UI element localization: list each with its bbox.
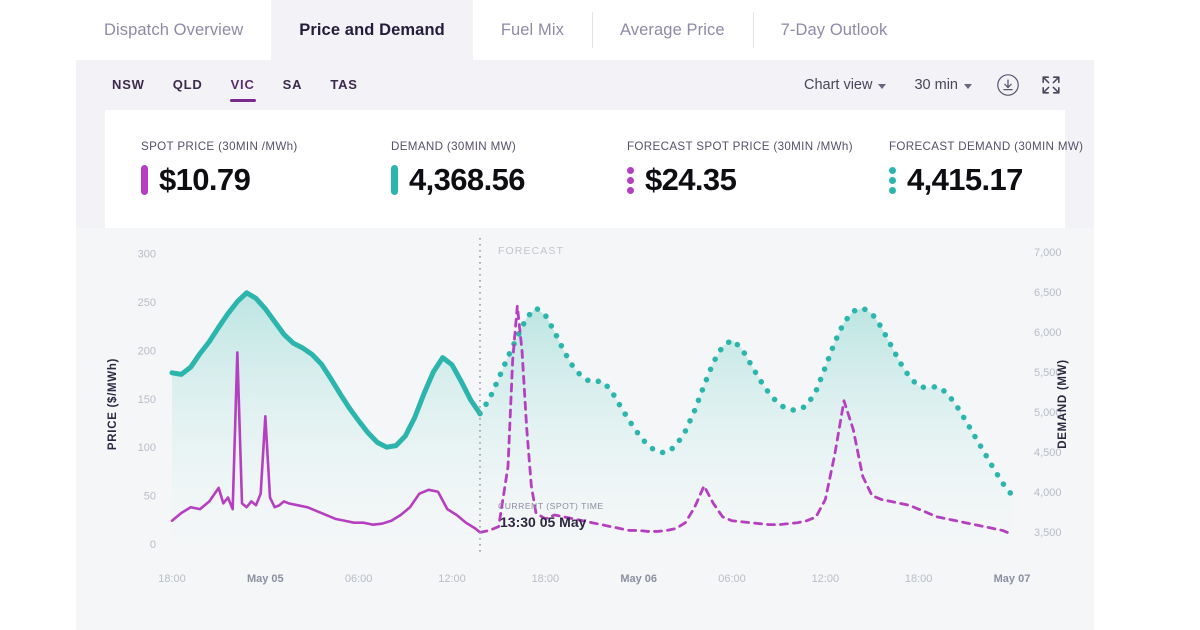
y-axis-tick: 200 bbox=[138, 345, 156, 357]
region-tab-vic[interactable]: VIC bbox=[217, 69, 269, 102]
metric-label: FORECAST SPOT PRICE (30MIN /MWh) bbox=[627, 140, 853, 153]
y-axis-tick: 150 bbox=[138, 394, 156, 406]
y-axis-tick: 300 bbox=[138, 249, 156, 261]
content-panel: NSW QLD VIC SA TAS Chart view 30 min SPO… bbox=[76, 60, 1094, 630]
metric-label: FORECAST DEMAND (30MIN MW) bbox=[888, 140, 1084, 153]
tab-dispatch-overview[interactable]: Dispatch Overview bbox=[76, 0, 272, 60]
tab-label: Dispatch Overview bbox=[104, 20, 244, 39]
y-axis-tick: 0 bbox=[150, 539, 156, 551]
price-and-demand-page: Dispatch Overview Price and Demand Fuel … bbox=[0, 0, 1200, 630]
interval-label: 30 min bbox=[914, 77, 958, 93]
y-axis-tick: 50 bbox=[144, 491, 156, 503]
y2-axis-tick: 6,500 bbox=[1034, 287, 1062, 299]
chart-view-label: Chart view bbox=[803, 77, 873, 93]
metric-value-row: $24.35 bbox=[627, 162, 853, 198]
metric-label: SPOT PRICE (30MIN /MWh) bbox=[141, 140, 298, 153]
metric-card-forecast-demand: FORECAST DEMAND (30MIN MW) 4,415.17 bbox=[853, 140, 1083, 198]
metric-card-demand: DEMAND (30MIN MW) 4,368.56 bbox=[355, 140, 591, 198]
region-label: QLD bbox=[172, 76, 203, 92]
y2-axis-tick: 3,500 bbox=[1034, 527, 1062, 539]
region-selector: NSW QLD VIC SA TAS bbox=[98, 69, 372, 102]
main-tabs: Dispatch Overview Price and Demand Fuel … bbox=[76, 0, 1094, 60]
current-time-label: CURRENT (SPOT) TIME bbox=[498, 501, 604, 511]
region-label: TAS bbox=[330, 76, 358, 92]
tab-fuel-mix[interactable]: Fuel Mix bbox=[472, 0, 592, 60]
download-icon bbox=[997, 74, 1019, 96]
tab-average-price[interactable]: Average Price bbox=[591, 0, 753, 60]
tab-label: Fuel Mix bbox=[500, 20, 564, 39]
forecast-divider-label: FORECAST bbox=[498, 245, 564, 257]
tab-label: Average Price bbox=[619, 20, 725, 39]
price-marker-bar bbox=[141, 165, 148, 195]
forecast-demand-marker-dots bbox=[888, 166, 896, 194]
chart-toolbar: NSW QLD VIC SA TAS Chart view 30 min bbox=[76, 60, 1094, 110]
tab-label: Price and Demand bbox=[299, 20, 445, 39]
x-axis-tick: 18:00 bbox=[905, 573, 933, 585]
chart-canvas: 0501001502002503003,5004,0004,5005,0005,… bbox=[107, 238, 1069, 585]
y-axis-tick: 100 bbox=[138, 442, 156, 454]
region-label: SA bbox=[282, 76, 303, 92]
fullscreen-icon bbox=[1042, 76, 1060, 94]
chart-view-dropdown[interactable]: Chart view bbox=[790, 71, 901, 99]
y-axis-tick: 250 bbox=[138, 297, 156, 309]
region-tab-nsw[interactable]: NSW bbox=[98, 69, 159, 102]
x-axis-tick: 18:00 bbox=[158, 573, 186, 585]
x-axis-tick: 18:00 bbox=[532, 573, 560, 585]
region-label: VIC bbox=[230, 76, 255, 92]
metric-card-forecast-spot-price: FORECAST SPOT PRICE (30MIN /MWh) $24.35 bbox=[591, 140, 853, 198]
metric-value-row: $10.79 bbox=[141, 162, 355, 198]
region-tab-qld[interactable]: QLD bbox=[159, 69, 217, 102]
metric-value: 4,415.17 bbox=[906, 162, 1023, 197]
chevron-down-icon bbox=[878, 83, 887, 89]
x-axis-tick: May 06 bbox=[620, 573, 657, 585]
y2-axis-tick: 7,000 bbox=[1034, 247, 1062, 259]
forecast-price-marker-dots bbox=[627, 166, 634, 194]
metric-cards: SPOT PRICE (30MIN /MWh) $10.79 DEMAND (3… bbox=[105, 110, 1083, 228]
tab-price-and-demand[interactable]: Price and Demand bbox=[271, 0, 473, 60]
region-tab-sa[interactable]: SA bbox=[269, 69, 317, 102]
y2-axis-tick: 6,000 bbox=[1034, 327, 1062, 339]
demand-marker-bar bbox=[391, 165, 398, 195]
metric-value-row: 4,415.17 bbox=[888, 162, 1083, 198]
x-axis-tick: 12:00 bbox=[812, 573, 840, 585]
x-axis-tick: 06:00 bbox=[345, 573, 373, 585]
x-axis-tick: 06:00 bbox=[718, 573, 746, 585]
metric-value-row: 4,368.56 bbox=[391, 162, 591, 198]
toolbar-controls: Chart view 30 min bbox=[790, 69, 1094, 101]
region-tab-tas[interactable]: TAS bbox=[316, 69, 371, 102]
y2-axis-title: DEMAND (MW) bbox=[1057, 359, 1069, 448]
y2-axis-tick: 4,000 bbox=[1034, 487, 1062, 499]
metric-value: 4,368.56 bbox=[409, 162, 525, 197]
region-label: NSW bbox=[112, 76, 145, 92]
metric-label: DEMAND (30MIN MW) bbox=[391, 140, 517, 153]
x-axis-tick: May 07 bbox=[994, 573, 1031, 585]
x-axis-tick: 12:00 bbox=[438, 573, 466, 585]
fullscreen-button[interactable] bbox=[1030, 70, 1072, 100]
metric-value: $24.35 bbox=[645, 162, 737, 197]
download-button[interactable] bbox=[986, 69, 1030, 101]
metric-value: $10.79 bbox=[159, 162, 251, 197]
metric-card-spot-price: SPOT PRICE (30MIN /MWh) $10.79 bbox=[105, 140, 355, 198]
price-demand-chart[interactable]: 0 50 100 150 200 250 300 3,500 4,000 4,500 5,000 5,… bbox=[76, 228, 1094, 630]
tab-7-day-outlook[interactable]: 7-Day Outlook bbox=[752, 0, 916, 60]
interval-dropdown[interactable]: 30 min bbox=[900, 71, 986, 99]
chevron-down-icon bbox=[964, 83, 972, 89]
y-axis-title: PRICE ($/MWh) bbox=[107, 358, 119, 450]
tab-label: 7-Day Outlook bbox=[780, 20, 888, 39]
current-time-value: 13:30 05 May bbox=[500, 514, 587, 530]
x-axis-tick: May 05 bbox=[247, 573, 284, 585]
